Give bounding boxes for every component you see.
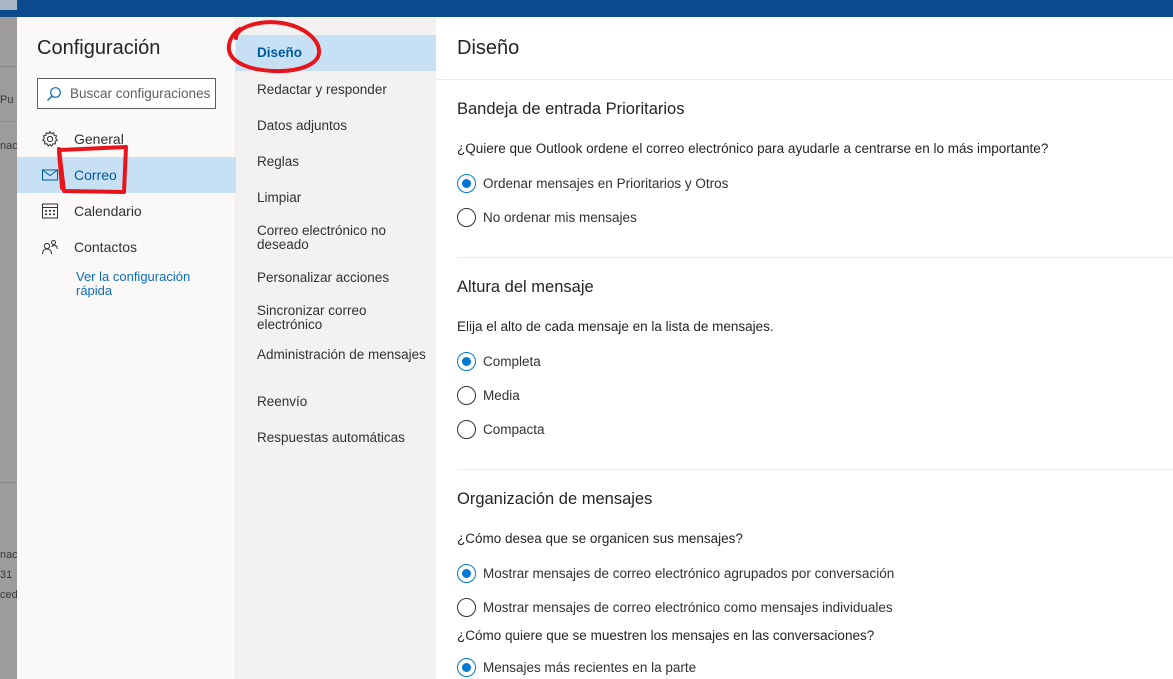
settings-dialog: Configuración General [17, 17, 1173, 679]
section-title-focused-inbox: Bandeja de entrada Prioritarios [457, 100, 685, 118]
settings-search-box[interactable] [37, 78, 216, 109]
background-divider [0, 482, 17, 483]
radio-button-checked[interactable] [457, 174, 476, 193]
radio-option[interactable]: Compacta [457, 420, 545, 439]
calendar-icon [41, 202, 59, 220]
background-text-fragment: ced [0, 589, 17, 601]
settings-title: Configuración [37, 37, 161, 59]
radio-option[interactable]: Mostrar mensajes de correo electrónico a… [457, 564, 894, 583]
radio-button-checked[interactable] [457, 658, 476, 677]
mail-nav-attachments[interactable]: Datos adjuntos [236, 119, 436, 133]
radio-label: Mostrar mensajes de correo electrónico a… [483, 566, 895, 581]
mail-nav-junk-email[interactable]: Correo electrónico no deseado [236, 224, 436, 252]
settings-search-input[interactable] [70, 86, 215, 101]
gear-icon [41, 130, 59, 148]
background-text-fragment: nac [0, 549, 17, 561]
category-label: General [74, 131, 124, 147]
background-text-fragment: Pu [0, 94, 14, 106]
radio-label: No ordenar mis mensajes [483, 210, 637, 225]
radio-option[interactable]: No ordenar mis mensajes [457, 208, 637, 227]
radio-label: Mensajes más recientes en la parte [483, 660, 697, 675]
radio-option[interactable]: Mostrar mensajes de correo electrónico c… [457, 598, 893, 617]
category-contacts[interactable]: Contactos [17, 229, 236, 265]
question-conversation-order: ¿Cómo quiere que se muestren los mensaje… [457, 628, 875, 643]
mail-settings-nav: Diseño Redactar y responder Datos adjunt… [236, 17, 436, 679]
category-label: Contactos [74, 239, 138, 255]
background-divider [0, 66, 17, 67]
section-title-message-organization: Organización de mensajes [457, 490, 653, 508]
quick-settings-link[interactable]: Ver la configuración rápida [76, 270, 216, 298]
settings-category-nav: Configuración General [17, 17, 236, 679]
mail-nav-customize-actions[interactable]: Personalizar acciones [236, 271, 436, 285]
people-icon [41, 238, 59, 256]
background-divider [0, 121, 17, 122]
radio-option[interactable]: Ordenar mensajes en Prioritarios y Otros [457, 174, 728, 193]
question-focused-inbox: ¿Quiere que Outlook ordene el correo ele… [457, 141, 1049, 156]
question-message-organization: ¿Cómo desea que se organicen sus mensaje… [457, 531, 743, 546]
section-divider [457, 469, 1173, 470]
radio-button[interactable] [457, 420, 476, 439]
mail-nav-message-handling[interactable]: Administración de mensajes [236, 348, 436, 362]
search-icon [47, 86, 61, 101]
radio-button[interactable] [457, 598, 476, 617]
radio-label: Mostrar mensajes de correo electrónico c… [483, 600, 893, 615]
radio-button[interactable] [457, 208, 476, 227]
layout-settings-content: Diseño Bandeja de entrada Prioritarios ¿… [436, 17, 1173, 679]
category-calendar[interactable]: Calendario [17, 193, 236, 229]
radio-label: Ordenar mensajes en Prioritarios y Otros [483, 176, 729, 191]
section-title-message-height: Altura del mensaje [457, 278, 594, 296]
category-mail[interactable]: Correo [17, 157, 236, 193]
category-label: Calendario [74, 203, 142, 219]
background-text-fragment: 31 [0, 569, 13, 581]
category-general[interactable]: General [17, 121, 236, 157]
radio-button-checked[interactable] [457, 564, 476, 583]
mail-nav-sweep[interactable]: Limpiar [236, 191, 436, 205]
mail-nav-automatic-replies[interactable]: Respuestas automáticas [236, 431, 436, 445]
content-title: Diseño [457, 37, 520, 59]
radio-label: Completa [483, 354, 541, 369]
mail-icon [41, 166, 59, 184]
background-app-header-edge [0, 0, 17, 10]
mail-nav-layout[interactable]: Diseño [236, 35, 436, 71]
radio-option[interactable]: Mensajes más recientes en la parte [457, 658, 696, 677]
radio-option[interactable]: Media [457, 386, 520, 405]
divider [436, 79, 1173, 80]
section-divider [457, 257, 1173, 258]
category-label: Correo [74, 167, 117, 183]
mail-nav-rules[interactable]: Reglas [236, 155, 436, 169]
question-message-height: Elija el alto de cada mensaje en la list… [457, 319, 774, 334]
mail-nav-forwarding[interactable]: Reenvío [236, 395, 436, 409]
background-text-fragment: nac [0, 140, 17, 152]
radio-button[interactable] [457, 386, 476, 405]
radio-option[interactable]: Completa [457, 352, 541, 371]
mail-nav-sync-email[interactable]: Sincronizar correo electrónico [236, 304, 436, 332]
radio-button-checked[interactable] [457, 352, 476, 371]
background-app-header [0, 0, 1173, 17]
mail-nav-compose-reply[interactable]: Redactar y responder [236, 83, 436, 97]
radio-label: Media [483, 388, 520, 403]
radio-label: Compacta [483, 422, 545, 437]
